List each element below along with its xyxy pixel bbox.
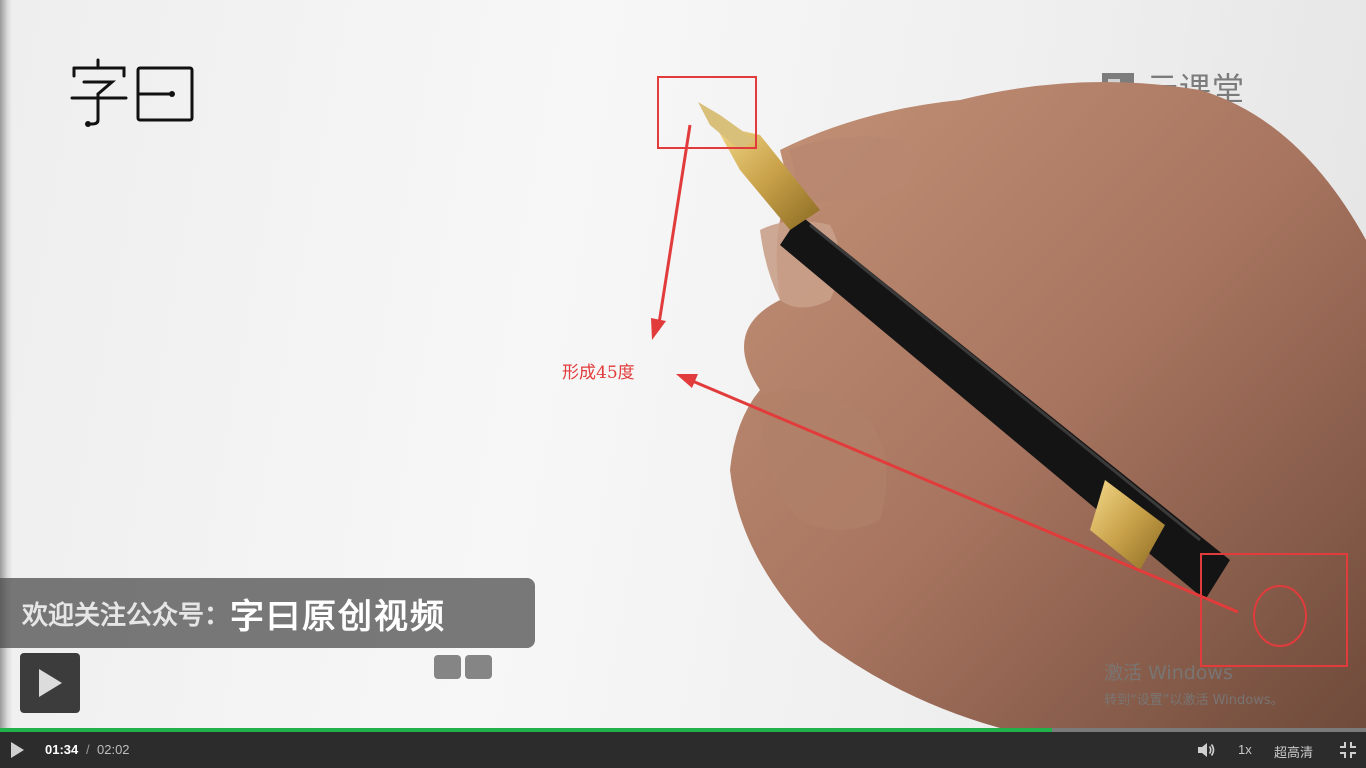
overlay-mini-buttons xyxy=(434,655,492,679)
annotation-arrow-down xyxy=(656,124,692,331)
total-time: 02:02 xyxy=(97,742,130,757)
mini-button[interactable] xyxy=(434,655,461,679)
activation-title: 激活 Windows xyxy=(1104,662,1233,684)
play-icon[interactable] xyxy=(8,741,26,759)
time-separator: / xyxy=(86,742,90,757)
exit-fullscreen-icon[interactable] xyxy=(1339,741,1357,759)
playback-speed-button[interactable]: 1x xyxy=(1238,742,1252,757)
activation-subtitle: 转到“设置”以激活 Windows。 xyxy=(1104,693,1284,708)
subtitle-banner: 欢迎关注公众号： 字曰原创视频 xyxy=(0,578,535,648)
subtitle-prefix: 欢迎关注公众号： xyxy=(22,600,231,631)
mini-button[interactable] xyxy=(465,655,492,679)
quality-button[interactable]: 超高清 xyxy=(1274,742,1313,761)
speaker-icon[interactable] xyxy=(1196,740,1216,760)
player-control-bar: 01:34 / 02:02 1x 超高清 xyxy=(0,732,1366,768)
video-frame[interactable]: 云课堂 形成45度 欢迎关注公众号： 字曰原创视频 激活 Windows 转到“… xyxy=(0,0,1366,728)
windows-activation-notice: 激活 Windows 转到“设置”以激活 Windows。 xyxy=(1104,658,1284,708)
subtitle-title: 字曰原创视频 xyxy=(230,596,447,637)
annotation-label: 形成45度 xyxy=(562,363,635,383)
big-play-button[interactable] xyxy=(20,653,80,713)
current-time: 01:34 xyxy=(45,742,79,757)
play-icon xyxy=(39,669,62,697)
